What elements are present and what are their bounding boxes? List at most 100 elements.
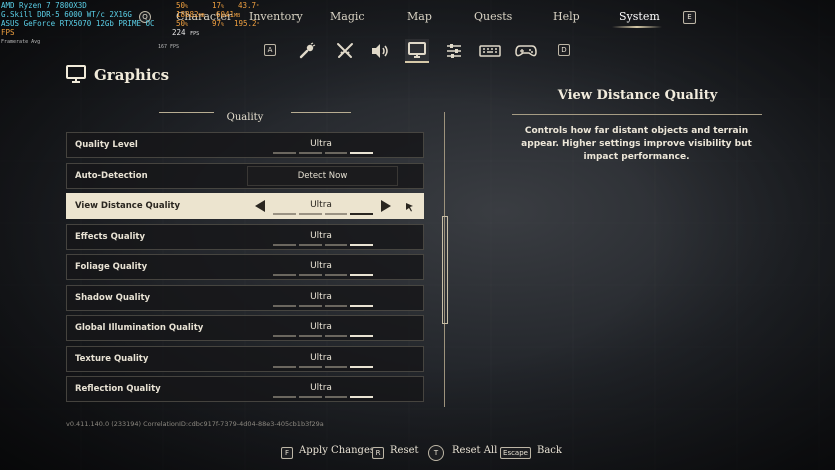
- overlay-v8: 195.2: [234, 19, 257, 28]
- overlay-v1: 50: [176, 1, 186, 10]
- overlay-avg: 167 FPS: [158, 44, 180, 50]
- back-button[interactable]: Back: [537, 445, 562, 456]
- overlay-fps-label: FPS: [1, 28, 15, 37]
- setting-row[interactable]: Reflection Quality Ultra: [66, 376, 424, 402]
- prev-category-key[interactable]: A: [264, 44, 276, 56]
- level-segment: [273, 365, 296, 368]
- setting-row[interactable]: Quality Level Ultra: [66, 132, 424, 158]
- overlay-framerate-label: Framerate Avg: [1, 39, 41, 45]
- active-tab-underline: [612, 26, 662, 28]
- level-segment: [298, 304, 322, 307]
- level-segment: [298, 274, 322, 276]
- swords-icon[interactable]: [333, 39, 357, 63]
- setting-row[interactable]: Shadow Quality Ultra: [66, 284, 424, 311]
- overlay-ram: G.Skill DDR-5 6000 WT/c 2X16G: [1, 10, 132, 19]
- reset-all-button[interactable]: Reset All: [452, 445, 497, 456]
- level-segment: [350, 274, 373, 276]
- setting-label: Quality Level: [75, 140, 138, 150]
- setting-value: Ultra: [310, 291, 332, 302]
- next-tab-key[interactable]: E: [683, 11, 696, 24]
- level-indicator: [273, 213, 373, 215]
- setting-row[interactable]: Global Illumination Quality Ultra: [66, 315, 424, 341]
- setting-label: Auto-Detection: [75, 170, 148, 181]
- speaker-icon[interactable]: [368, 39, 392, 63]
- gamepad-icon[interactable]: [514, 39, 538, 63]
- setting-row[interactable]: Effects Quality Ultra: [66, 223, 424, 250]
- tab-help[interactable]: Help: [553, 10, 580, 23]
- tab-quests[interactable]: Quests: [474, 10, 512, 23]
- sliders-icon[interactable]: [442, 39, 466, 63]
- level-segment: [298, 396, 322, 398]
- overlay-v7-unit: %: [221, 22, 225, 28]
- overlay-fps-unit: FPS: [190, 31, 200, 37]
- level-segment: [298, 213, 322, 215]
- overlay-v3: 43.7: [238, 1, 257, 10]
- level-segment: [350, 365, 373, 368]
- setting-value: Ultra: [310, 230, 332, 241]
- setting-value: Ultra: [310, 200, 332, 210]
- scroll-thumb[interactable]: [442, 216, 448, 324]
- level-segment: [350, 243, 373, 246]
- setting-label: Global Illumination Quality: [75, 323, 204, 333]
- setting-value: Ultra: [310, 322, 332, 332]
- overlay-v8-unit: °: [256, 22, 260, 28]
- apply-changes-key[interactable]: F: [281, 447, 293, 459]
- level-segment: [350, 335, 373, 337]
- level-segment: [324, 274, 348, 276]
- level-segment: [324, 243, 348, 246]
- overlay-v2: 17: [212, 1, 222, 10]
- level-segment: [350, 304, 373, 307]
- setting-label: Texture Quality: [75, 353, 149, 364]
- setting-row[interactable]: Auto-Detection Detect Now: [66, 162, 424, 189]
- detect-now-button[interactable]: Detect Now: [247, 165, 398, 186]
- page-title: Graphics: [94, 66, 170, 84]
- monitor-icon[interactable]: [405, 39, 429, 63]
- setting-label: Effects Quality: [75, 231, 146, 242]
- setting-row[interactable]: Foliage Quality Ultra: [66, 254, 424, 280]
- level-segment: [324, 213, 348, 215]
- back-key[interactable]: Escape: [500, 447, 531, 459]
- arrow-left-icon[interactable]: [255, 200, 265, 212]
- setting-row[interactable]: View Distance Quality Ultra: [66, 193, 424, 219]
- torch-icon[interactable]: [295, 39, 319, 63]
- level-segment: [298, 152, 322, 154]
- version-string: v0.411.140.0 (233194) CorrelationID:cdbc…: [66, 420, 324, 428]
- keyboard-icon[interactable]: [478, 39, 502, 63]
- tab-magic[interactable]: Magic: [330, 10, 365, 23]
- overlay-gpu: ASUS GeForce RTX5070 12Gb PRIME OC: [1, 19, 155, 28]
- level-segment: [324, 396, 348, 398]
- level-segment: [324, 365, 348, 368]
- setting-row[interactable]: Texture Quality Ultra: [66, 345, 424, 372]
- detail-ornament: [512, 114, 762, 115]
- level-segment: [273, 396, 296, 398]
- level-indicator: [273, 335, 373, 337]
- tab-map[interactable]: Map: [407, 10, 432, 23]
- level-indicator: [273, 152, 373, 154]
- level-segment: [350, 213, 373, 215]
- settings-scrollbar[interactable]: [442, 112, 448, 407]
- level-segment: [273, 152, 296, 154]
- tab-system[interactable]: System: [619, 10, 660, 23]
- level-segment: [273, 335, 296, 337]
- level-segment: [324, 152, 348, 154]
- reset-key[interactable]: R: [372, 447, 384, 459]
- setting-value: Ultra: [310, 139, 332, 149]
- section-header: Quality: [159, 105, 351, 123]
- reset-button[interactable]: Reset: [390, 445, 419, 456]
- level-indicator: [273, 243, 373, 246]
- overlay-v4: 18882: [176, 10, 199, 19]
- apply-changes-button[interactable]: Apply Changes: [299, 445, 375, 456]
- level-indicator: [273, 396, 373, 398]
- overlay-fps: 224: [172, 28, 186, 37]
- level-segment: [324, 304, 348, 307]
- level-segment: [298, 335, 322, 337]
- arrow-right-icon[interactable]: [381, 200, 391, 212]
- level-segment: [273, 213, 296, 215]
- setting-value: Ultra: [310, 261, 332, 271]
- ornament-right: [291, 112, 351, 113]
- level-segment: [298, 243, 322, 246]
- overlay-v6: 50: [176, 19, 186, 28]
- level-segment: [324, 335, 348, 337]
- next-category-key[interactable]: D: [558, 44, 570, 56]
- reset-all-key[interactable]: T: [428, 445, 444, 461]
